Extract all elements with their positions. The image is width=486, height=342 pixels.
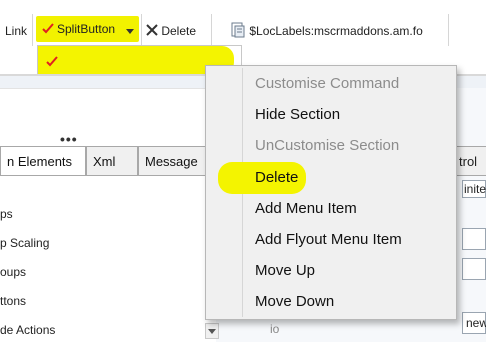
delete-button-label: Delete [161, 24, 197, 38]
tree-item[interactable]: oups [0, 265, 26, 279]
toolbar-separator [211, 14, 212, 46]
checkmark-icon[interactable] [46, 55, 58, 70]
property-field[interactable] [462, 228, 486, 250]
chevron-down-icon [208, 329, 216, 334]
menu-item-hide-section[interactable]: Hide Section [255, 104, 340, 126]
loc-labels-text: $LocLabels:mscrmaddons.am.fo [249, 24, 423, 38]
menu-item-add-menu-item[interactable]: Add Menu Item [255, 198, 357, 220]
tab-xml[interactable]: Xml [86, 146, 138, 176]
delete-button[interactable]: Delete [146, 22, 196, 40]
split-button-label: SplitButton [57, 22, 116, 36]
menu-item-delete[interactable]: Delete [255, 167, 298, 189]
property-value: inite [464, 182, 486, 196]
chevron-down-icon[interactable] [126, 29, 134, 34]
tree-item[interactable]: de Actions [0, 323, 55, 337]
close-icon [146, 24, 158, 36]
left-panel [0, 88, 216, 342]
loc-labels-button[interactable]: $LocLabels:mscrmaddons.am.fo [230, 22, 423, 40]
tab-underline [0, 175, 216, 176]
property-label: io [270, 322, 280, 336]
menu-item-uncustomise-section[interactable]: UnCustomise Section [255, 135, 399, 157]
scroll-down-button[interactable] [205, 323, 219, 339]
property-field[interactable] [462, 258, 486, 280]
tab-elements[interactable]: n Elements [0, 146, 86, 176]
toolbar-separator [448, 14, 449, 46]
tab-control[interactable]: trol [454, 146, 486, 176]
menu-item-move-down[interactable]: Move Down [255, 291, 334, 313]
toolbar-separator [141, 14, 142, 46]
more-icon[interactable]: ••• [60, 131, 78, 147]
tree-item[interactable]: ps [0, 207, 13, 221]
context-menu: Customise Command Hide Section UnCustomi… [205, 65, 457, 320]
tree-item[interactable]: p Scaling [0, 236, 49, 250]
property-value: new [466, 316, 486, 330]
menu-item-move-up[interactable]: Move Up [255, 260, 315, 282]
link-button[interactable]: Link [5, 22, 27, 40]
menu-item-customise-command[interactable]: Customise Command [255, 73, 399, 95]
toolbar-separator [32, 14, 33, 46]
menu-item-add-flyout-menu-item[interactable]: Add Flyout Menu Item [255, 229, 402, 251]
tree-item[interactable]: ttons [0, 294, 26, 308]
checkmark-icon [42, 22, 54, 37]
split-button[interactable]: SplitButton [36, 16, 139, 42]
document-icon [231, 22, 245, 38]
